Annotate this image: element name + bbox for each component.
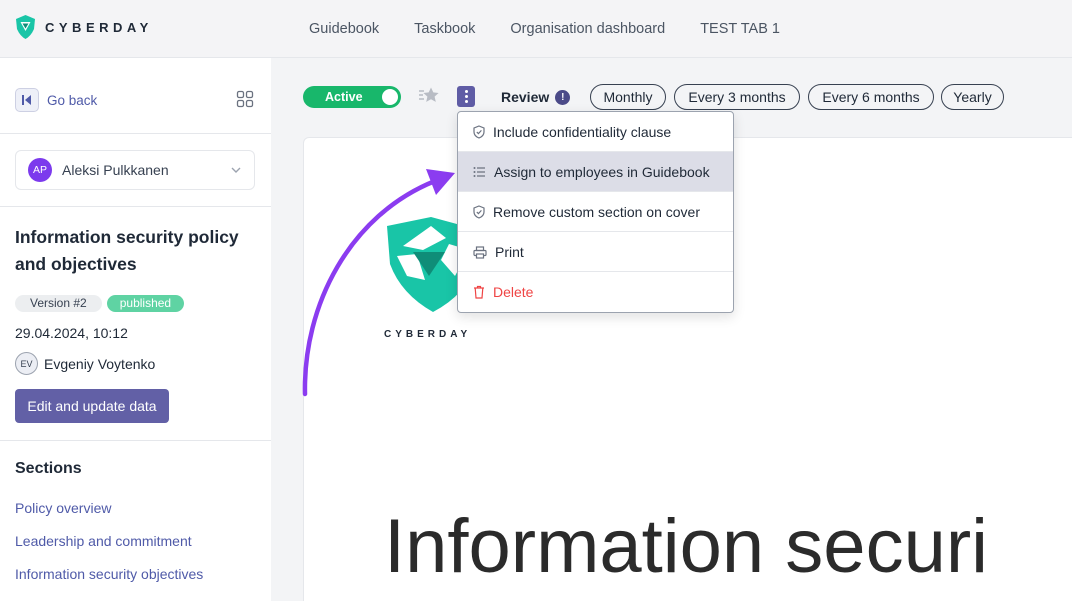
- menu-item-label: Include confidentiality clause: [493, 124, 672, 140]
- kebab-dot: [464, 90, 468, 93]
- go-back-label: Go back: [47, 92, 98, 108]
- brand-name: CYBERDAY: [45, 19, 153, 35]
- preview-heading: Information securi: [384, 504, 989, 589]
- review-section: Review !: [501, 89, 571, 105]
- menu-item-include-confidentiality[interactable]: Include confidentiality clause: [458, 112, 733, 152]
- section-link-objectives[interactable]: Information security objectives: [15, 566, 203, 582]
- menu-item-label: Delete: [493, 284, 534, 300]
- user-select[interactable]: AP Aleksi Pulkkanen: [15, 150, 255, 190]
- toggle-label: Active: [325, 90, 363, 104]
- trash-icon: [474, 285, 484, 299]
- version-badge: Version #2: [15, 295, 102, 312]
- brand-logo[interactable]: CYBERDAY: [15, 14, 153, 40]
- app-window: CYBERDAY Guidebook Taskbook Organisation…: [0, 0, 1072, 601]
- menu-item-print[interactable]: Print: [458, 232, 733, 272]
- interval-monthly[interactable]: Monthly: [590, 84, 666, 110]
- sections-title: Sections: [15, 460, 82, 477]
- status-badge: published: [106, 295, 185, 312]
- printer-icon: [473, 245, 487, 259]
- kebab-dot: [464, 95, 468, 98]
- cyberday-logo-icon: [16, 15, 35, 39]
- main-nav: Guidebook Taskbook Organisation dashboar…: [309, 0, 815, 58]
- interval-every-6-months[interactable]: Every 6 months: [808, 84, 934, 110]
- interval-every-3-months[interactable]: Every 3 months: [674, 84, 800, 110]
- interval-yearly[interactable]: Yearly: [941, 84, 1004, 110]
- toggle-knob: [382, 89, 398, 105]
- info-icon[interactable]: !: [555, 89, 571, 105]
- edit-and-update-button[interactable]: Edit and update data: [15, 389, 169, 423]
- document-author: EV Evgeniy Voytenko: [15, 352, 155, 375]
- sidebar-divider: [0, 133, 271, 134]
- section-link-leadership[interactable]: Leadership and commitment: [15, 533, 192, 549]
- user-name: Aleksi Pulkkanen: [62, 162, 169, 178]
- author-name: Evgeniy Voytenko: [44, 355, 156, 372]
- go-back-button[interactable]: Go back: [15, 88, 97, 112]
- menu-item-remove-custom-section[interactable]: Remove custom section on cover: [458, 192, 733, 232]
- menu-item-delete[interactable]: Delete: [458, 272, 733, 312]
- sidebar-divider: [0, 440, 271, 441]
- document-badges: Version #2 published: [15, 295, 185, 312]
- shield-icon: [473, 125, 485, 139]
- author-avatar: EV: [15, 352, 38, 375]
- kebab-dot: [464, 100, 468, 103]
- menu-item-label: Print: [495, 244, 524, 260]
- menu-item-label: Assign to employees in Guidebook: [494, 164, 710, 180]
- more-options-button[interactable]: [457, 86, 475, 107]
- user-avatar: AP: [28, 158, 52, 182]
- document-date: 29.04.2024, 10:12: [15, 325, 128, 341]
- list-icon: [473, 167, 485, 177]
- tab-test-tab-1[interactable]: TEST TAB 1: [700, 21, 780, 37]
- more-options-menu: Include confidentiality clause Assign to…: [457, 111, 734, 313]
- document-title: Information security policy and objectiv…: [15, 227, 239, 274]
- review-label: Review: [501, 89, 550, 105]
- grid-view-icon[interactable]: [236, 90, 254, 108]
- tab-taskbook[interactable]: Taskbook: [414, 21, 475, 37]
- shield-icon: [473, 205, 485, 219]
- annotation-arrow-icon: [302, 169, 455, 397]
- sidebar-divider: [0, 206, 271, 207]
- tab-organisation-dashboard[interactable]: Organisation dashboard: [510, 21, 665, 37]
- back-icon: [15, 88, 39, 112]
- active-toggle[interactable]: Active: [303, 86, 401, 108]
- menu-item-label: Remove custom section on cover: [493, 204, 700, 220]
- tab-guidebook[interactable]: Guidebook: [309, 21, 379, 37]
- favorite-star-icon[interactable]: [418, 86, 440, 106]
- section-link-policy-overview[interactable]: Policy overview: [15, 500, 111, 516]
- menu-item-assign-to-employees[interactable]: Assign to employees in Guidebook: [458, 152, 733, 192]
- chevron-down-icon: [231, 167, 241, 173]
- sidebar: Go back AP Aleksi Pulkkanen Information …: [0, 58, 271, 601]
- top-header: CYBERDAY Guidebook Taskbook Organisation…: [0, 0, 1072, 58]
